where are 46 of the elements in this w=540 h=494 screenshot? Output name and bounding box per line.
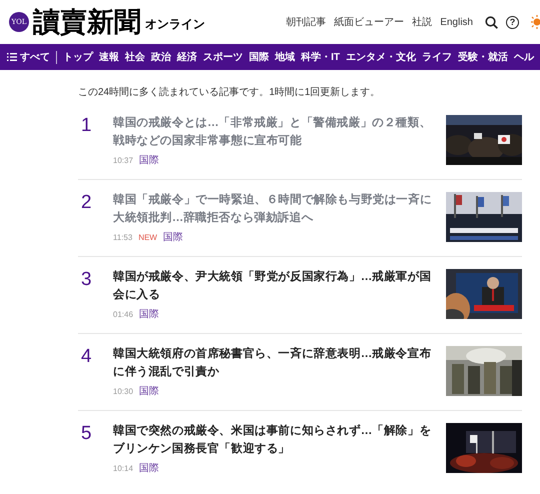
article-title[interactable]: 韓国が戒厳令、尹大統領「野党が反国家行為」…戒厳軍が国会に入る: [113, 268, 442, 304]
logo-title[interactable]: 讀賣新聞: [33, 8, 141, 36]
rank-number: 1: [80, 114, 93, 138]
article-title[interactable]: 韓国の戒厳令とは…「非常戒厳」と「警備戒厳」の２種類、戦時などの国家非常事態に宣布可能: [113, 114, 442, 150]
nav-tab[interactable]: 受験・就活: [458, 50, 508, 64]
help-icon[interactable]: ?: [506, 16, 519, 28]
new-label: NEW: [138, 232, 158, 244]
article-title[interactable]: 韓国「戒厳令」で一時緊迫、６時間で解除も与野党は一斉に大統領批判…辞職拒否なら弾劾訴追へ: [113, 191, 442, 227]
nav-tab[interactable]: 経済: [177, 50, 197, 64]
nav-tab[interactable]: スポーツ: [203, 50, 243, 64]
rank-number: 2: [80, 191, 93, 215]
category-link[interactable]: 国際: [139, 384, 160, 399]
nav-tab[interactable]: 地域: [275, 50, 295, 64]
search-icon[interactable]: [485, 16, 498, 28]
category-link[interactable]: 国際: [139, 307, 160, 322]
article-title[interactable]: 韓国大統領府の首席秘書官ら、一斉に辞意表明…戒厳令宣布に伴う混乱で引責か: [113, 345, 442, 381]
timestamp: 10:37: [113, 154, 134, 166]
nav-tab[interactable]: 科学・IT: [301, 50, 340, 64]
intro-text: この24時間に多く読まれている記事です。1時間に1回更新します。: [78, 86, 382, 100]
header-link[interactable]: 紙面ビューアー: [334, 18, 404, 28]
timestamp: 10:30: [113, 386, 134, 398]
nav-tab[interactable]: ライフ: [422, 50, 452, 64]
menu-button[interactable]: すべて: [7, 50, 50, 64]
nav-tab[interactable]: 速報: [99, 50, 119, 64]
article-title[interactable]: 韓国で突然の戒厳令、米国は事前に知らされず…「解除」をブリンケン国務長官「歓迎する」: [113, 422, 442, 458]
rank-number: 3: [80, 268, 93, 292]
sun-icon[interactable]: [529, 14, 540, 30]
logo-suffix: オンライン: [145, 16, 205, 33]
header-link[interactable]: 社説: [412, 18, 432, 28]
nav-tab[interactable]: エンタメ・文化: [346, 50, 416, 64]
nav-tab[interactable]: トップ: [63, 50, 93, 64]
header-link[interactable]: English: [440, 18, 473, 28]
timestamp: 10:14: [113, 462, 134, 474]
timestamp: 01:46: [113, 308, 134, 320]
rank-number: 4: [80, 345, 93, 369]
nav-tab[interactable]: 社会: [125, 50, 145, 64]
timestamp: 11:53: [113, 232, 132, 244]
nav-tab[interactable]: 国際: [249, 50, 269, 64]
nav-tab[interactable]: 政治: [151, 50, 171, 64]
category-link[interactable]: 国際: [139, 153, 160, 168]
nav-tab[interactable]: ヘル: [514, 50, 534, 64]
category-link[interactable]: 国際: [139, 461, 160, 476]
category-link[interactable]: 国際: [163, 230, 184, 245]
rank-number: 5: [80, 422, 93, 446]
menu-icon: [7, 53, 17, 61]
header-link[interactable]: 朝刊記事: [286, 18, 326, 28]
